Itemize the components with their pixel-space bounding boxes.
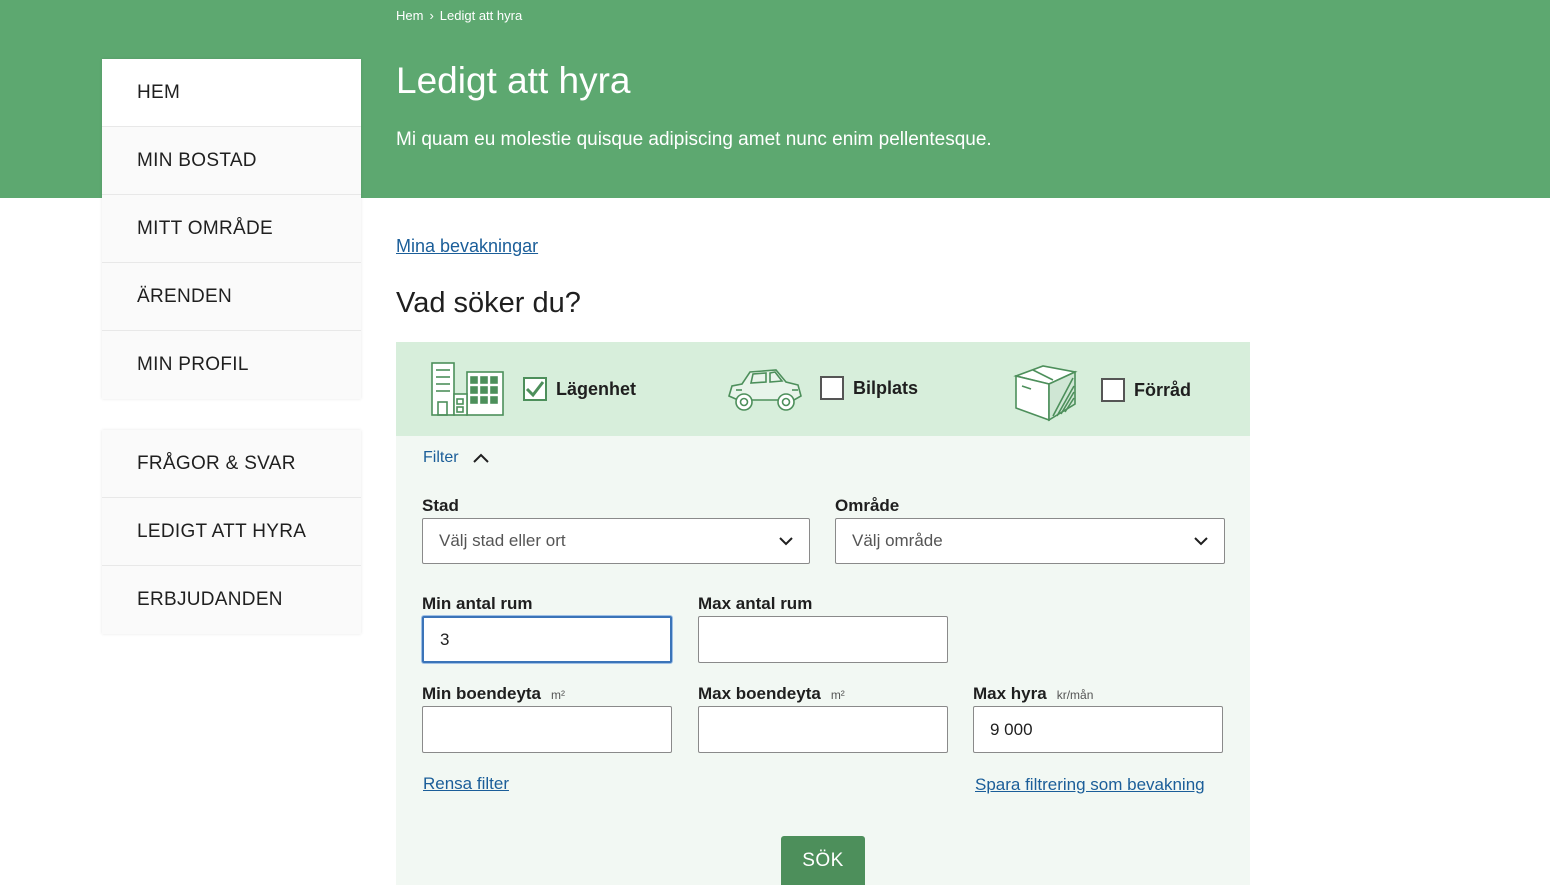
sidebar-item-erbjudanden[interactable]: ERBJUDANDEN [102,566,361,634]
min-size-input[interactable] [422,706,672,753]
chevron-down-icon [1194,536,1208,545]
search-heading: Vad söker du? [396,287,581,319]
search-button[interactable]: SÖK [781,836,865,885]
sidebar-item-hem[interactable]: HEM [102,59,361,127]
sidebar-secondary-nav: FRÅGOR & SVAR LEDIGT ATT HYRA ERBJUDANDE… [102,430,361,634]
filter-toggle[interactable]: Filter [423,449,489,467]
max-size-label: Max boendeyta m² [698,684,845,704]
forrad-label: Förråd [1134,379,1192,400]
sidebar-item-arenden[interactable]: ÄRENDEN [102,263,361,331]
breadcrumb: Hem › Ledigt att hyra [396,8,522,23]
bilplats-checkbox[interactable] [820,376,844,400]
type-option-bilplats: Bilplats [726,360,918,416]
storage-box-icon [1013,358,1079,422]
page-lead: Mi quam eu molestie quisque adipiscing a… [396,129,992,150]
bilplats-label: Bilplats [853,377,919,398]
sidebar-item-min-profil[interactable]: MIN PROFIL [102,331,361,399]
breadcrumb-current: Ledigt att hyra [439,8,523,23]
property-type-bar: Lägenhet Bilplats Förråd [396,342,1250,436]
filter-toggle-label: Filter [423,449,459,466]
breadcrumb-home-link[interactable]: Hem [396,8,423,23]
lagenhet-checkbox[interactable] [523,377,547,401]
max-rent-label-text: Max hyra [973,684,1047,703]
min-size-label: Min boendeyta m² [422,684,565,704]
city-select-value: Välj stad eller ort [439,531,566,550]
min-rooms-label: Min antal rum [422,594,533,613]
max-rent-unit: kr/mån [1056,688,1094,702]
chevron-down-icon [779,536,793,545]
area-label: Område [835,496,900,515]
type-option-lagenhet: Lägenhet [429,360,636,418]
max-rent-input[interactable] [973,706,1223,753]
max-rooms-label: Max antal rum [698,594,813,613]
max-rent-label: Max hyra kr/mån [973,684,1093,704]
checkmark-icon [525,381,545,398]
lagenhet-label: Lägenhet [556,378,637,399]
max-size-input[interactable] [698,706,948,753]
sidebar-primary-nav: HEM MIN BOSTAD MITT OMRÅDE ÄRENDEN MIN P… [102,59,361,399]
apartment-buildings-icon [429,360,507,418]
save-filter-link[interactable]: Spara filtrering som bevakning [975,775,1205,795]
area-select[interactable]: Välj område [835,518,1225,564]
max-size-unit: m² [830,688,845,702]
max-rooms-input[interactable] [698,616,948,663]
max-size-label-text: Max boendeyta [698,684,821,703]
min-size-label-text: Min boendeyta [422,684,542,703]
sidebar-item-mitt-omrade[interactable]: MITT OMRÅDE [102,195,361,263]
breadcrumb-separator-icon: › [429,8,434,23]
chevron-up-icon [472,453,489,463]
my-watches-link[interactable]: Mina bevakningar [396,236,538,257]
sidebar-item-fragor-svar[interactable]: FRÅGOR & SVAR [102,430,361,498]
type-option-forrad: Förråd [1013,358,1191,422]
search-panel: Lägenhet Bilplats Förråd Filter Stad Väl… [396,342,1250,885]
sidebar-item-ledigt-att-hyra[interactable]: LEDIGT ATT HYRA [102,498,361,566]
sidebar-item-min-bostad[interactable]: MIN BOSTAD [102,127,361,195]
city-label: Stad [422,496,459,515]
forrad-checkbox[interactable] [1101,378,1125,402]
min-rooms-input[interactable] [422,616,672,663]
page-title: Ledigt att hyra [396,60,631,101]
min-size-unit: m² [551,688,566,702]
car-icon [726,360,804,416]
area-select-value: Välj område [852,531,943,550]
clear-filter-link[interactable]: Rensa filter [423,774,509,794]
city-select[interactable]: Välj stad eller ort [422,518,810,564]
